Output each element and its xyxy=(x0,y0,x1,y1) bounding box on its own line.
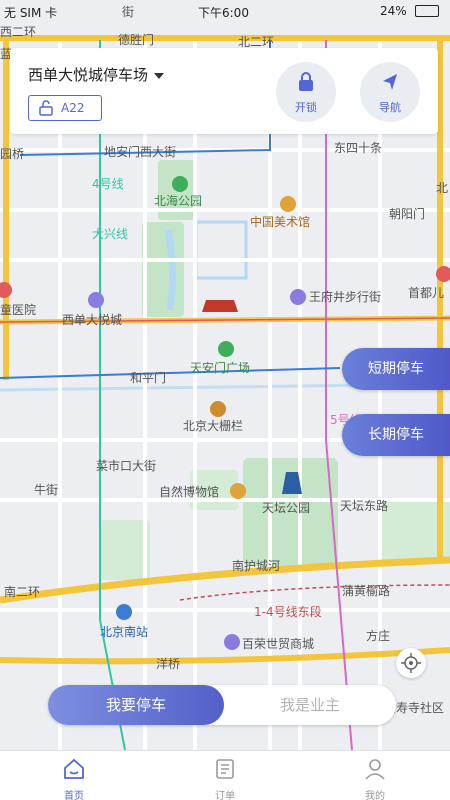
map-label: 南护城河 xyxy=(232,558,280,573)
tiananmen-gate-icon xyxy=(202,300,238,312)
map-label: 北海公园 xyxy=(154,193,202,208)
map-label: 天安门广场 xyxy=(190,360,250,375)
unlock-button[interactable]: 开锁 xyxy=(276,62,336,122)
long-term-parking-button[interactable]: 长期停车 xyxy=(342,414,450,456)
map-label: 方庄 xyxy=(366,628,390,643)
landmark-marker-icon[interactable] xyxy=(210,401,226,417)
map-label: 德胜门 xyxy=(118,32,154,47)
navigation-arrow-icon xyxy=(383,74,397,90)
map-label: 1-4号线东段 xyxy=(254,604,322,619)
tab-mine-label: 我的 xyxy=(365,791,385,800)
mode-toggle: 我要停车 我是业主 xyxy=(48,685,396,725)
owner-mode-option[interactable]: 我是业主 xyxy=(224,685,396,725)
lock-icon xyxy=(299,72,313,91)
map-label: 洋桥 xyxy=(156,656,180,671)
unlocked-icon xyxy=(39,100,53,116)
locate-me-button[interactable] xyxy=(396,648,426,678)
space-code: A22 xyxy=(61,101,85,115)
clock-text: 下午6:00 xyxy=(198,6,249,20)
space-badge: A22 xyxy=(28,95,102,121)
map-label: 北 xyxy=(436,181,448,195)
map-label: 天坛公园 xyxy=(262,501,310,515)
navigate-label: 导航 xyxy=(379,101,401,114)
parking-card: 西单大悦城停车场 A22 开锁 导航 xyxy=(10,48,438,134)
map-label: 百荣世贸商城 xyxy=(242,636,314,651)
orders-list-icon xyxy=(216,759,234,779)
battery-icon xyxy=(415,5,439,17)
crosshair-icon xyxy=(401,653,421,673)
map-label: 自然博物馆 xyxy=(159,484,219,499)
tab-orders-label: 订单 xyxy=(215,791,235,800)
map-label: 南二环 xyxy=(4,584,40,599)
map-label: 4号线 xyxy=(92,177,124,191)
west-green-area xyxy=(100,520,150,580)
square-marker-icon[interactable] xyxy=(218,341,234,357)
map-label: 蒲黄榆路 xyxy=(342,583,390,598)
tab-mine[interactable]: 我的 xyxy=(335,751,415,800)
map-label: 北二环 xyxy=(238,35,274,49)
unlock-label: 开锁 xyxy=(295,101,317,114)
map-label: 童医院 xyxy=(0,302,36,317)
short-term-parking-button[interactable]: 短期停车 xyxy=(342,348,450,390)
map-label: 牛街 xyxy=(34,482,58,497)
map-label: 王府井步行街 xyxy=(309,289,381,304)
gallery-marker-icon[interactable] xyxy=(280,196,296,212)
park-marker-icon[interactable] xyxy=(172,176,188,192)
battery-percent: 24% xyxy=(380,4,407,18)
status-bar: 无 SIM 卡 下午6:00 24% xyxy=(0,0,450,22)
map-label: 中国美术馆 xyxy=(250,214,310,229)
museum-marker-icon[interactable] xyxy=(230,483,246,499)
user-icon xyxy=(365,759,385,780)
map-label: 天坛东路 xyxy=(340,498,388,513)
app-screen: 西二环 德胜门 北二环 街 地安门西大街 东四十条 北海公园 中国美术馆 朝阳门… xyxy=(0,0,450,800)
shopping-marker-icon[interactable] xyxy=(88,292,104,308)
mall-marker-icon[interactable] xyxy=(224,634,240,650)
shopping-street-marker-icon[interactable] xyxy=(290,289,306,305)
map-label: 朝阳门 xyxy=(389,206,425,221)
station-marker-icon[interactable] xyxy=(116,604,132,620)
map-label: 菜市口大街 xyxy=(96,458,156,473)
tab-home-label: 首页 xyxy=(64,791,84,800)
map-label: 地安门西大街 xyxy=(104,144,176,159)
lot-selector[interactable]: 西单大悦城停车场 xyxy=(28,64,165,85)
park-mode-option[interactable]: 我要停车 xyxy=(48,685,224,725)
map-label: 西二环 xyxy=(0,25,36,39)
navigate-button[interactable]: 导航 xyxy=(360,62,420,122)
lot-name: 西单大悦城停车场 xyxy=(28,66,149,84)
map-label: 北京大栅栏 xyxy=(183,418,243,433)
tab-bar: 首页 订单 我的 xyxy=(0,750,450,800)
map-label: 东四十条 xyxy=(334,141,382,155)
map-label: 北京南站 xyxy=(100,624,148,639)
caret-down-icon xyxy=(154,72,165,79)
tab-orders[interactable]: 订单 xyxy=(185,751,265,800)
map-label: 西单大悦城 xyxy=(62,313,122,327)
map-label: 大兴线 xyxy=(92,227,128,241)
home-icon xyxy=(64,758,84,779)
map-label: 和平门 xyxy=(130,370,166,385)
tab-home[interactable]: 首页 xyxy=(34,751,114,800)
carrier-text: 无 SIM 卡 xyxy=(4,6,58,20)
map-label: 园桥 xyxy=(0,147,24,161)
map-label: 首都儿 xyxy=(408,286,444,300)
beihai-park-area xyxy=(142,222,184,317)
